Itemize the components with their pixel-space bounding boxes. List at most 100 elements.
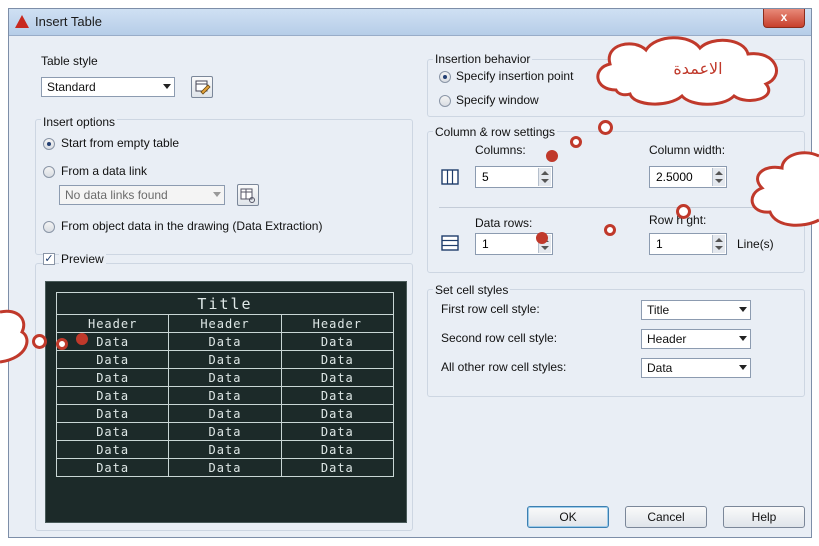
annotation-dot: [604, 224, 616, 236]
columns-icon: [441, 169, 459, 185]
insert-options-heading: Insert options: [41, 115, 118, 129]
chevron-down-icon: [739, 336, 747, 341]
preview-data-cell: Data: [168, 422, 282, 441]
data-link-select[interactable]: No data links found: [59, 185, 225, 205]
data-rows-label: Data rows:: [475, 216, 533, 230]
first-row-style-select[interactable]: Title: [641, 300, 751, 320]
preview-data-cell: Data: [280, 404, 395, 423]
help-button[interactable]: Help: [723, 506, 805, 528]
row-height-spin-buttons[interactable]: [712, 235, 725, 253]
column-width-stepper[interactable]: 2.5000: [649, 166, 727, 188]
first-row-style-value: Title: [647, 303, 670, 317]
cancel-button[interactable]: Cancel: [625, 506, 707, 528]
other-rows-style-label: All other row cell styles:: [441, 360, 567, 374]
column-width-value: 2.5000: [656, 170, 693, 184]
preview-title-cell: Title: [56, 292, 394, 315]
first-row-style-label: First row cell style:: [441, 302, 540, 316]
annotation-cloud-right: [750, 151, 819, 227]
annotation-cloud: الاعمدة: [596, 36, 778, 106]
second-row-style-select[interactable]: Header: [641, 329, 751, 349]
preview-data-cell: Data: [280, 386, 395, 405]
preview-data-cell: Data: [55, 422, 170, 441]
spin-up-icon: [715, 238, 723, 242]
insertion-point-radio[interactable]: [439, 71, 451, 83]
preview-data-cell: Data: [168, 440, 282, 459]
preview-data-cell: Data: [280, 332, 395, 351]
data-link-icon: [240, 188, 255, 203]
columns-value: 5: [482, 170, 489, 184]
start-empty-label: Start from empty table: [61, 136, 180, 150]
ok-button[interactable]: OK: [527, 506, 609, 528]
preview-data-cell: Data: [168, 458, 282, 477]
table-style-dialog-button[interactable]: [191, 76, 213, 98]
spin-down-icon: [715, 246, 723, 250]
preview-data-cell: Data: [168, 332, 282, 351]
preview-header-cell: Header: [168, 314, 282, 333]
data-link-value: No data links found: [65, 188, 168, 202]
cell-styles-heading: Set cell styles: [433, 283, 511, 297]
preview-checkbox[interactable]: ✓: [43, 253, 55, 265]
spin-up-icon: [541, 171, 549, 175]
preview-label: Preview: [59, 252, 106, 266]
object-data-radio[interactable]: [43, 221, 55, 233]
row-height-value: 1: [656, 237, 663, 251]
table-style-heading: Table style: [41, 54, 98, 68]
start-empty-radio[interactable]: [43, 138, 55, 150]
data-link-label: From a data link: [61, 164, 148, 178]
spin-up-icon: [715, 171, 723, 175]
lines-unit-label: Line(s): [737, 237, 774, 251]
preview-header-cell: Header: [280, 314, 395, 333]
table-style-edit-icon: [195, 80, 211, 95]
preview-data-cell: Data: [55, 386, 170, 405]
column-row-heading: Column & row settings: [433, 125, 558, 139]
autocad-logo-icon: [15, 15, 29, 28]
preview-table: Title Header Header Header Data Data Data …: [55, 292, 395, 477]
preview-header-cell: Header: [55, 314, 170, 333]
chevron-down-icon: [739, 365, 747, 370]
preview-data-cell: Data: [55, 332, 170, 351]
columns-spin-buttons[interactable]: [538, 168, 551, 186]
preview-data-cell: Data: [168, 350, 282, 369]
close-button[interactable]: x: [763, 9, 805, 28]
columns-label: Columns:: [475, 143, 526, 157]
preview-data-cell: Data: [55, 368, 170, 387]
arabic-annotation: الاعمدة: [673, 59, 722, 78]
preview-data-cell: Data: [55, 350, 170, 369]
spin-down-icon: [541, 179, 549, 183]
column-row-separator: [439, 207, 791, 208]
table-style-value: Standard: [47, 80, 96, 94]
spin-down-icon: [715, 179, 723, 183]
preview-data-cell: Data: [55, 458, 170, 477]
chevron-down-icon: [163, 84, 171, 89]
preview-data-cell: Data: [280, 440, 395, 459]
data-link-manager-button[interactable]: [237, 184, 259, 206]
annotation-dot: [76, 333, 88, 345]
chevron-down-icon: [739, 307, 747, 312]
specify-window-radio[interactable]: [439, 95, 451, 107]
chevron-down-icon: [213, 192, 221, 197]
preview-data-cell: Data: [168, 386, 282, 405]
data-link-radio[interactable]: [43, 166, 55, 178]
columns-stepper[interactable]: 5: [475, 166, 553, 188]
annotation-dot: [676, 204, 691, 219]
annotation-dot: [598, 120, 613, 135]
preview-data-cell: Data: [280, 350, 395, 369]
annotation-cloud-left: [0, 309, 29, 364]
other-rows-style-value: Data: [647, 361, 673, 375]
preview-data-cell: Data: [168, 404, 282, 423]
row-height-stepper[interactable]: 1: [649, 233, 727, 255]
second-row-style-label: Second row cell style:: [441, 331, 558, 345]
column-width-spin-buttons[interactable]: [712, 168, 725, 186]
table-style-select[interactable]: Standard: [41, 77, 175, 97]
column-width-label: Column width:: [649, 143, 726, 157]
preview-data-cell: Data: [280, 458, 395, 477]
preview-data-cell: Data: [55, 404, 170, 423]
data-rows-value: 1: [482, 237, 489, 251]
second-row-style-value: Header: [647, 332, 687, 346]
preview-data-cell: Data: [280, 368, 395, 387]
preview-data-cell: Data: [168, 368, 282, 387]
rows-icon: [441, 235, 459, 251]
annotation-dot: [56, 338, 68, 350]
specify-window-label: Specify window: [456, 93, 539, 107]
other-rows-style-select[interactable]: Data: [641, 358, 751, 378]
